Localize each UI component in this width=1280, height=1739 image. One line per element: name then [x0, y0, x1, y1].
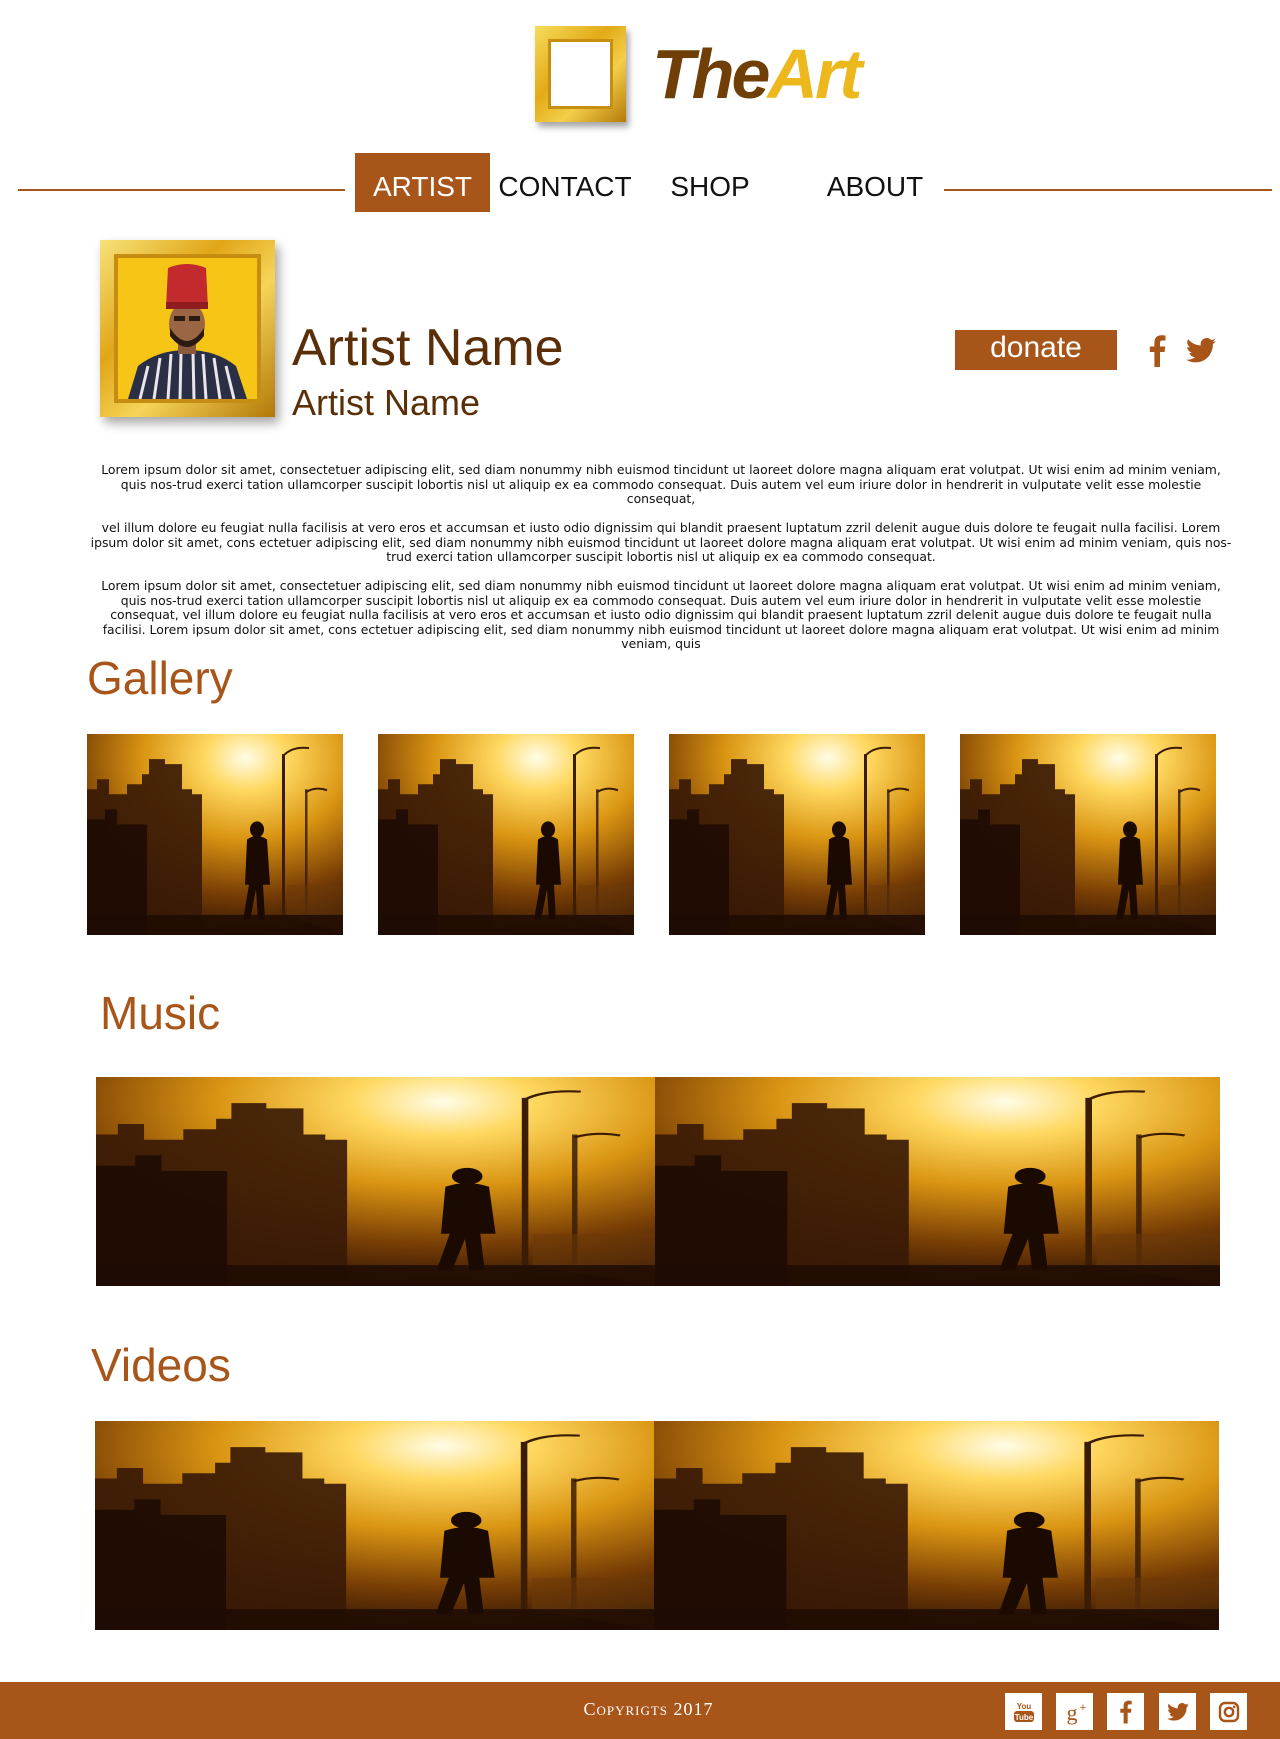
bio-paragraph: Lorem ipsum dolor sit amet, consectetuer…: [101, 578, 1221, 651]
svg-text:Tube: Tube: [1014, 1713, 1033, 1722]
facebook-icon[interactable]: [1148, 335, 1166, 372]
videos-heading: Videos: [91, 1339, 231, 1391]
site-logo[interactable]: TheArt: [535, 26, 863, 122]
youtube-icon[interactable]: You Tube: [1005, 1693, 1042, 1730]
artist-portrait: [100, 240, 275, 417]
artist-subtitle: Artist Name: [292, 382, 481, 423]
gallery-image[interactable]: [87, 734, 343, 935]
artist-avatar: [118, 258, 257, 399]
twitter-icon[interactable]: [1159, 1693, 1196, 1730]
music-banner-image[interactable]: [655, 1077, 1220, 1286]
gallery-heading: Gallery: [87, 652, 233, 704]
bio-paragraph: vel illum dolore eu feugiat nulla facili…: [90, 520, 1232, 564]
nav-item-contact[interactable]: CONTACT: [490, 153, 640, 212]
logo-frame-icon: [535, 26, 626, 122]
nav-item-about[interactable]: ABOUT: [805, 153, 945, 212]
nav-item-artist[interactable]: ARTIST: [355, 153, 490, 212]
nav-divider-right: [944, 189, 1272, 191]
facebook-icon[interactable]: [1107, 1693, 1144, 1730]
twitter-icon[interactable]: [1186, 338, 1216, 368]
music-heading: Music: [100, 987, 221, 1039]
music-banner-image[interactable]: [96, 1077, 655, 1286]
logo-wordmark: TheArt: [652, 35, 863, 113]
gallery-image[interactable]: [960, 734, 1216, 935]
svg-text:You: You: [1016, 1702, 1031, 1711]
donate-button[interactable]: donate: [955, 330, 1117, 370]
artist-bio: Lorem ipsum dolor sit amet, consectetuer…: [88, 462, 1234, 666]
site-footer: Copyrigts 2017 You Tube g +: [0, 1682, 1280, 1739]
gallery-image[interactable]: [378, 734, 634, 935]
artist-name: Artist Name: [292, 319, 564, 377]
video-banner-image[interactable]: [654, 1421, 1219, 1630]
svg-text:+: +: [1079, 1702, 1085, 1714]
svg-text:g: g: [1066, 1700, 1077, 1725]
nav-divider-left: [18, 189, 345, 191]
google-plus-icon[interactable]: g +: [1056, 1693, 1093, 1730]
gallery-image[interactable]: [669, 734, 925, 935]
video-banner-image[interactable]: [95, 1421, 654, 1630]
nav-item-shop[interactable]: SHOP: [650, 153, 770, 212]
instagram-icon[interactable]: [1210, 1693, 1247, 1730]
bio-paragraph: Lorem ipsum dolor sit amet, consectetuer…: [101, 462, 1221, 506]
